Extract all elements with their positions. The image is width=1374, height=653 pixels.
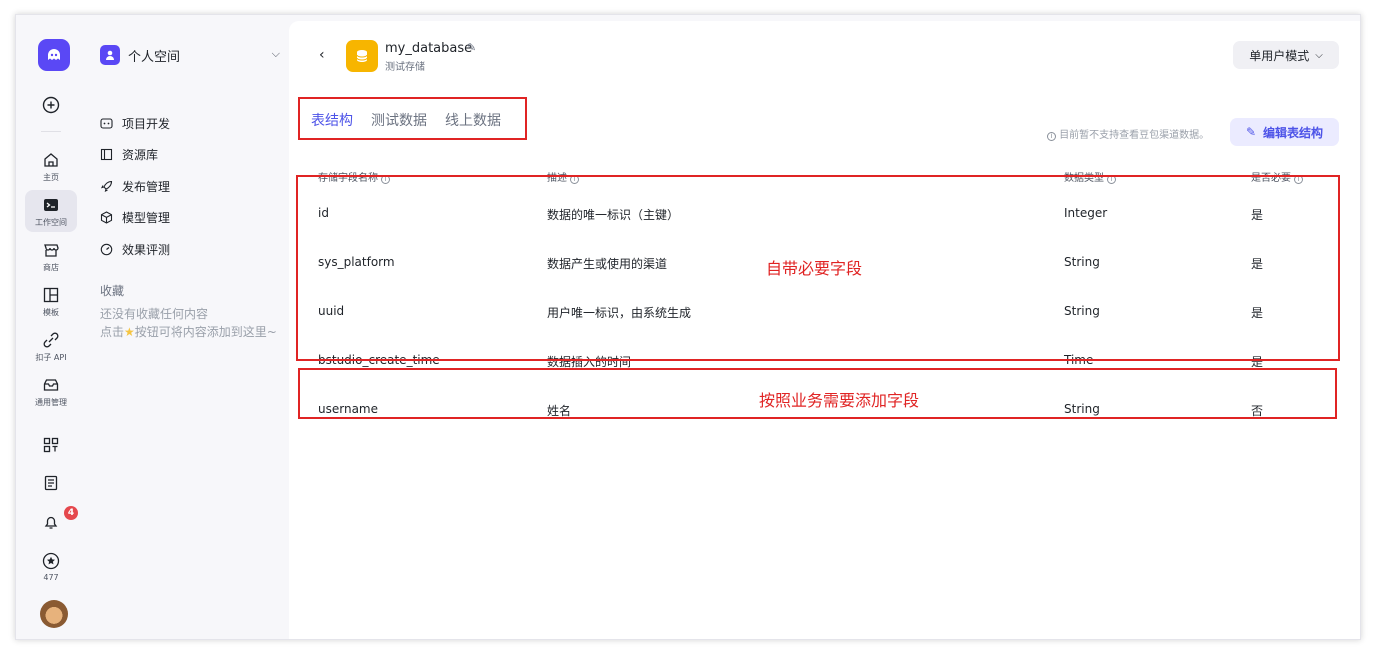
rail-label: 主页 — [43, 173, 59, 182]
favorites-empty-text: 还没有收藏任何内容 — [100, 307, 209, 321]
api-icon — [43, 332, 59, 348]
project-icon — [100, 117, 113, 129]
library-icon — [100, 148, 113, 160]
database-name: my_database — [385, 41, 473, 56]
rail-label: 通用管理 — [35, 398, 67, 407]
plus-circle-icon — [42, 96, 60, 114]
rocket-icon — [100, 180, 113, 192]
user-avatar[interactable] — [40, 600, 68, 628]
chevron-down-icon: ⌵ — [1315, 49, 1323, 61]
nav-label: 项目开发 — [122, 116, 171, 131]
notice-text: i 目前暂不支持查看豆包渠道数据。 — [1044, 126, 1209, 141]
rail-docs-button[interactable] — [16, 474, 86, 492]
rail-item-workspace[interactable]: 工作空间 — [16, 190, 86, 232]
mode-label: 单用户模式 — [1249, 48, 1310, 63]
workspace-icon — [44, 199, 58, 211]
template-icon — [43, 287, 59, 303]
rail-label: 模板 — [43, 308, 59, 317]
rail-item-management[interactable]: 通用管理 — [16, 370, 86, 412]
logo-icon — [48, 49, 60, 60]
edit-name-icon[interactable]: ✎ — [467, 41, 476, 54]
create-button[interactable] — [16, 96, 86, 114]
edit-icon: ✎ — [1245, 125, 1257, 139]
app-logo[interactable] — [38, 39, 70, 71]
nav-item-library[interactable]: 资源库 — [100, 144, 158, 164]
store-icon — [44, 244, 59, 257]
nav-item-models[interactable]: 模型管理 — [100, 207, 170, 227]
mode-select[interactable]: 单用户模式 ⌵ — [1233, 41, 1339, 69]
gauge-icon — [100, 243, 113, 255]
bell-icon — [44, 516, 58, 529]
main-panel: ‹ my_database ✎ 测试存储 单用户模式 ⌵ 表结构 测试数据 线上… — [289, 21, 1360, 639]
space-switcher[interactable]: 个人空间 ⌵ — [100, 43, 280, 67]
nav-label: 效果评测 — [122, 242, 171, 257]
notification-badge: 4 — [64, 506, 78, 520]
rail-label: 工作空间 — [35, 218, 67, 227]
database-subtitle: 测试存储 — [385, 62, 425, 73]
favorites-hint-b: 按钮可将内容添加到这里~ — [134, 325, 277, 339]
rail-item-api[interactable]: 扣子 API — [16, 325, 86, 367]
tab-online-data[interactable]: 线上数据 — [445, 110, 501, 130]
tab-test-data[interactable]: 测试数据 — [371, 110, 427, 130]
app-window: 主页 工作空间 商店 模板 扣子 API 通用管理 4 477 个人空间 ⌵ 项… — [15, 14, 1361, 640]
edit-schema-button[interactable]: ✎ 编辑表结构 — [1230, 118, 1339, 146]
cube-icon — [100, 210, 113, 224]
space-title: 个人空间 — [128, 49, 181, 65]
back-chevron-icon[interactable]: ‹ — [319, 47, 325, 63]
workspace-sidebar: 个人空间 ⌵ 项目开发 资源库 发布管理 模型管理 效果评测 收藏 还没有收藏任… — [86, 21, 289, 639]
rail-item-template[interactable]: 模板 — [16, 280, 86, 322]
favorites-title: 收藏 — [100, 284, 125, 298]
rail-label: 商店 — [43, 263, 59, 272]
rail-divider — [41, 131, 61, 132]
info-icon: i — [1047, 132, 1056, 141]
star-count: 477 — [43, 573, 59, 582]
person-icon — [100, 45, 120, 65]
edit-schema-label: 编辑表结构 — [1263, 125, 1324, 140]
custom-fields-annotation: 按照业务需要添加字段 — [759, 391, 920, 410]
tab-schema[interactable]: 表结构 — [311, 110, 353, 130]
rail-item-home[interactable]: 主页 — [16, 145, 86, 187]
builtin-fields-annotation: 自带必要字段 — [766, 259, 863, 278]
nav-label: 模型管理 — [122, 210, 171, 225]
home-icon — [44, 153, 58, 167]
management-icon — [43, 379, 59, 391]
rail-item-store[interactable]: 商店 — [16, 235, 86, 277]
nav-label: 资源库 — [122, 147, 159, 162]
left-rail: 主页 工作空间 商店 模板 扣子 API 通用管理 4 477 — [16, 15, 86, 639]
star-icon: ★ — [124, 325, 135, 339]
favorites-hint-a: 点击 — [100, 325, 125, 339]
star-circle-icon — [42, 552, 60, 570]
nav-item-evaluation[interactable]: 效果评测 — [100, 239, 170, 259]
nav-item-publish[interactable]: 发布管理 — [100, 176, 170, 196]
chevron-down-icon: ⌵ — [271, 47, 280, 60]
nav-label: 发布管理 — [122, 179, 171, 194]
nav-item-project[interactable]: 项目开发 — [100, 113, 170, 133]
rail-apps-button[interactable] — [16, 436, 86, 454]
rail-label: 扣子 API — [35, 353, 67, 362]
document-icon — [44, 475, 58, 491]
notice-label: 目前暂不支持查看豆包渠道数据。 — [1059, 130, 1210, 141]
rail-star-button[interactable]: 477 — [16, 552, 86, 582]
apps-grid-icon — [43, 437, 59, 453]
database-icon — [346, 40, 378, 72]
favorites-hint: 点击★按钮可将内容添加到这里~ — [100, 323, 277, 340]
